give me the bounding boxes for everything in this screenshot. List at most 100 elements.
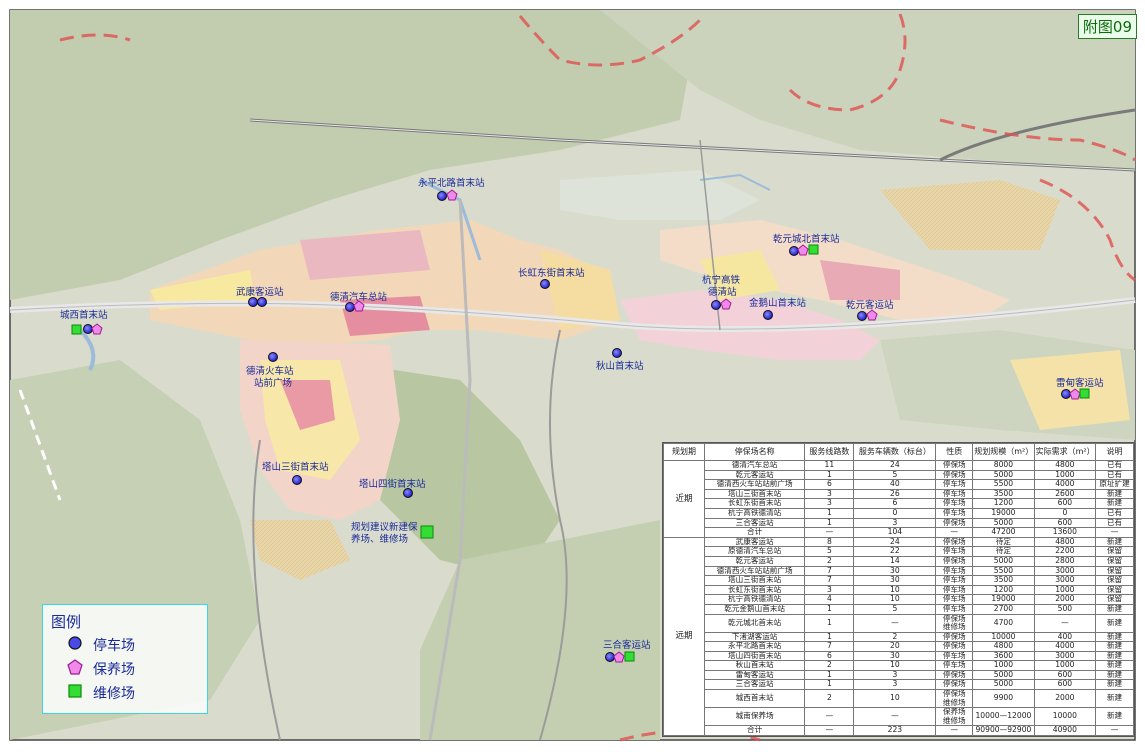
table-row: 杭宁高铁德清站 1 0 停车场 19000 0 已有 (664, 507, 1134, 519)
table-cell: 1000 (1033, 584, 1097, 596)
table-cell: 长虹东街首末站 (703, 584, 806, 596)
table-row: 乾元客运站 1 5 停保场 5000 1000 已有 (664, 469, 1134, 481)
table-cell: 停保场 (935, 641, 974, 652)
table-cell: 47200 (972, 527, 1035, 538)
table-cell: — (804, 527, 855, 538)
map-area[interactable]: 附图09 永平北路首末站 乾元城北首末站 长虹东街首末站 杭宁高铁 德清站 金鹅… (0, 0, 1145, 752)
legend-label: 维修场 (93, 686, 135, 702)
table-cell: 武康客运站 (703, 536, 806, 548)
table-cell: 城西首末站 (703, 689, 806, 709)
table-cell: 下渚湖客运站 (703, 631, 806, 643)
table-cell: 24 (853, 536, 937, 548)
table-cell: 5 (853, 603, 937, 615)
table-cell: 7 (804, 565, 855, 577)
table-cell: — (1033, 613, 1097, 633)
table-cell: 停车场 (935, 594, 974, 605)
table-cell: 停保场 维修场 (935, 689, 974, 709)
table-cell: 新建 (1095, 498, 1134, 509)
table-cell: 10 (853, 660, 937, 671)
table-cell: 已有 (1095, 517, 1134, 529)
table-cell: 10 (853, 584, 937, 596)
table-cell: 三合客运站 (703, 679, 806, 691)
table-cell: 三合客运站 (703, 517, 806, 529)
table-row: 杭宁高铁德清站 4 10 停车场 19000 2000 保留 (664, 594, 1134, 605)
station-label-jinge: 金鹅山首末站 (749, 298, 807, 309)
table-cell: 3000 (1033, 575, 1097, 586)
table-cell: 停保场 (935, 631, 974, 643)
table-cell: 30 (853, 650, 937, 662)
table-cell: 新建 (1095, 650, 1134, 662)
station-label-yongping: 永平北路首末站 (418, 178, 485, 189)
table-cell: 长虹东街首末站 (703, 498, 806, 509)
map-legend: 图例 停车场 保养场 维修场 (42, 604, 208, 714)
table-cell: — (1095, 527, 1134, 538)
table-row: 近期 德清汽车总站 11 24 停保场 8000 4800 已有 (663, 460, 1134, 538)
table-cell: 新建 (1095, 631, 1134, 643)
station-label-sanhe: 三合客运站 (603, 640, 651, 651)
legend-title: 图例 (51, 613, 82, 631)
table-cell: 塔山四街首末站 (703, 650, 806, 662)
table-cell: 5 (804, 546, 855, 557)
table-row: 下渚湖客运站 1 2 停保场 10000 400 新建 (664, 631, 1134, 643)
legend-item-parking: 停车场 (68, 635, 135, 655)
table-cell: 1 (804, 631, 855, 643)
table-cell: 停车场 (935, 479, 974, 490)
table-cell: 8 (804, 536, 855, 548)
table-cell: 1 (804, 613, 855, 633)
table-row: 塔山三街首末站 7 30 停车场 3500 3000 保留 (664, 575, 1134, 586)
table-cell: 新建 (1095, 613, 1134, 633)
table-cell: 塔山三街首末站 (703, 575, 806, 586)
table-cell: 已有 (1095, 460, 1134, 471)
table-cell: 7 (804, 575, 855, 586)
table-cell: 保留 (1095, 555, 1134, 567)
table-cell: 城南保养场 (703, 707, 806, 727)
legend-item-maintenance: 保养场 (67, 659, 135, 679)
table-cell: 223 (853, 725, 937, 736)
table-cell: 10000 (1033, 707, 1097, 727)
table-cell: 停车场 (935, 650, 974, 662)
table-cell: 5000 (972, 517, 1035, 529)
table-cell: 德清西火车站站前广场 (703, 565, 806, 577)
table-header-cell: 服务线路数 (804, 443, 855, 461)
table-row: 三合客运站 1 3 停保场 5000 600 已有 (664, 517, 1134, 529)
table-row: 城西首末站 2 10 停保场 维修场 9900 2000 新建 (664, 689, 1134, 709)
table-cell: 10 (853, 594, 937, 605)
table-cell: 40 (853, 479, 937, 490)
table-cell: 新建 (1095, 536, 1134, 548)
station-label-train-1: 德清火车站 (246, 366, 294, 377)
station-label-deqing-bus: 德清汽车总站 (330, 292, 388, 303)
table-cell: 停保场 (935, 679, 974, 691)
table-cell: 杭宁高铁德清站 (703, 594, 806, 605)
table-cell: 600 (1033, 517, 1097, 529)
station-label-tashan3: 塔山三街首末站 (262, 462, 329, 473)
table-cell: 10000—12000 (972, 707, 1035, 727)
table-cell: — (935, 527, 974, 538)
table-cell: 3600 (972, 650, 1035, 662)
table-cell: 3500 (972, 488, 1035, 500)
table-cell: 400 (1033, 631, 1097, 643)
station-label-hangning-2: 德清站 (708, 287, 737, 298)
table-cell: 1 (804, 669, 855, 681)
table-cell: 停保场 (935, 669, 974, 681)
table-cell: 乾元客运站 (703, 555, 806, 567)
table-cell: 新建 (1095, 679, 1134, 691)
table-cell: 秋山首末站 (703, 660, 806, 671)
table-cell: 1000 (1033, 660, 1097, 671)
table-cell: 1200 (972, 498, 1035, 509)
table-cell: 1 (804, 603, 855, 615)
table-cell: 8000 (972, 460, 1035, 471)
legend-item-repair: 维修场 (68, 683, 135, 703)
table-cell: 9900 (972, 689, 1035, 709)
table-cell: 600 (1033, 498, 1097, 509)
table-cell: 4800 (1033, 460, 1097, 471)
table-header-cell: 说明 (1095, 443, 1134, 461)
table-cell: 14 (853, 555, 937, 567)
table-cell: 30 (853, 575, 937, 586)
station-label-new-2: 养场、维修场 (351, 534, 409, 545)
table-group-cell: 远期 (663, 536, 705, 736)
table-cell: 停车场 (935, 498, 974, 509)
table-cell: 2 (804, 689, 855, 709)
table-row: 德清西火车站站前广场 6 40 停车场 5500 4000 原址扩建 (664, 479, 1134, 490)
map-number-badge: 附图09 (1077, 14, 1137, 39)
table-header-cell: 性质 (935, 443, 974, 461)
